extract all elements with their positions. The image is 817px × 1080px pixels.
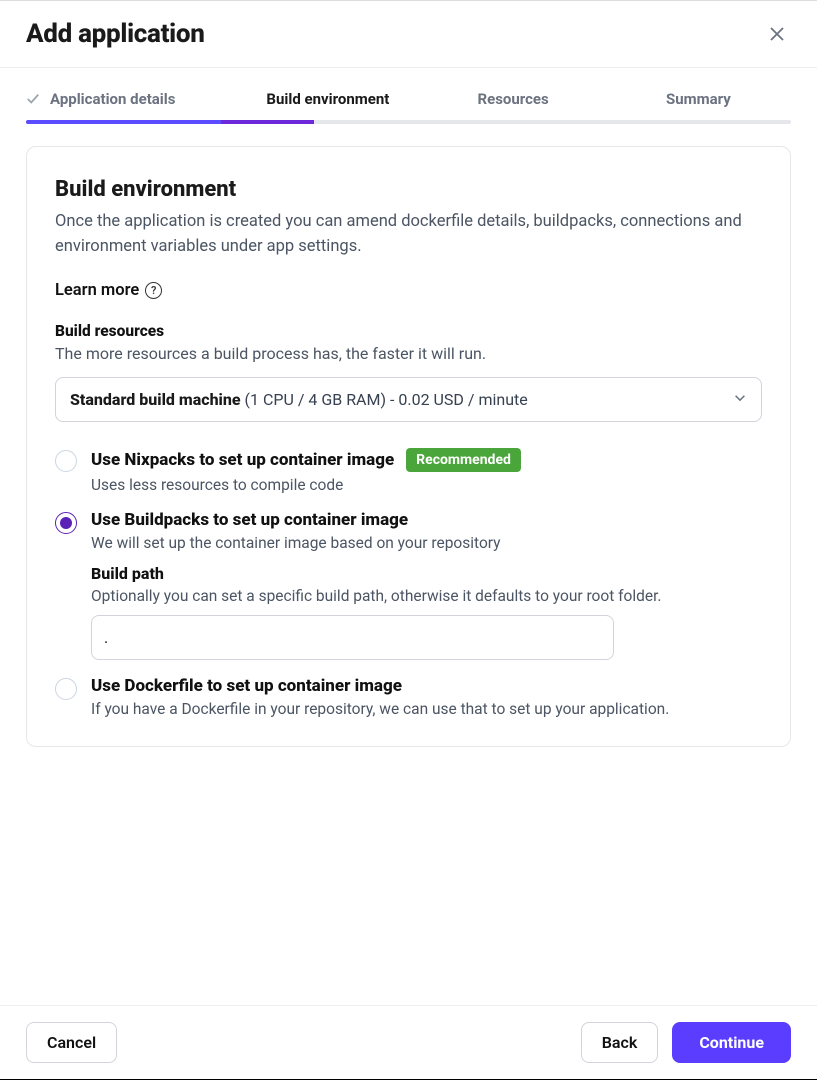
back-button[interactable]: Back: [581, 1022, 659, 1063]
modal-title: Add application: [26, 19, 205, 49]
option-dockerfile: Use Dockerfile to set up container image…: [55, 676, 762, 718]
build-machine-select[interactable]: Standard build machine (1 CPU / 4 GB RAM…: [55, 377, 762, 422]
build-path-description: Optionally you can set a specific build …: [91, 587, 762, 605]
chevron-down-icon: [733, 390, 747, 409]
option-title: Use Dockerfile to set up container image: [91, 676, 402, 696]
build-environment-card: Build environment Once the application i…: [26, 146, 791, 747]
cancel-button[interactable]: Cancel: [26, 1022, 117, 1063]
card-description: Once the application is created you can …: [55, 210, 762, 260]
step-build-environment[interactable]: Build environment: [235, 90, 420, 120]
option-title: Use Buildpacks to set up container image: [91, 510, 408, 530]
learn-more-link[interactable]: Learn more ?: [55, 281, 162, 300]
step-label: Application details: [50, 90, 175, 108]
option-body: Use Nixpacks to set up container image R…: [91, 448, 762, 494]
close-icon: [770, 27, 784, 41]
footer: Cancel Back Continue: [0, 1005, 817, 1079]
build-machine-selected: Standard build machine (1 CPU / 4 GB RAM…: [70, 390, 528, 409]
content-area: Build environment Once the application i…: [0, 124, 817, 1005]
step-resources[interactable]: Resources: [421, 90, 606, 120]
option-title: Use Nixpacks to set up container image: [91, 450, 394, 470]
card-heading: Build environment: [55, 177, 762, 202]
radio-buildpacks[interactable]: [55, 512, 77, 534]
build-machine-name: Standard build machine: [70, 390, 241, 409]
radio-dockerfile[interactable]: [55, 678, 77, 700]
option-body: Use Dockerfile to set up container image…: [91, 676, 762, 718]
build-method-options: Use Nixpacks to set up container image R…: [55, 448, 762, 718]
continue-button[interactable]: Continue: [672, 1022, 791, 1063]
step-application-details[interactable]: Application details: [26, 90, 235, 120]
build-resources-label: Build resources: [55, 322, 762, 340]
step-label: Resources: [477, 90, 548, 108]
footer-right: Back Continue: [581, 1022, 791, 1063]
build-path-label: Build path: [91, 564, 762, 583]
step-label: Build environment: [266, 90, 389, 108]
recommended-badge: Recommended: [406, 448, 521, 472]
build-path-input[interactable]: [91, 615, 614, 660]
learn-more-label: Learn more: [55, 281, 139, 300]
build-resources-description: The more resources a build process has, …: [55, 344, 762, 363]
app-root: Add application Application details Buil…: [0, 0, 817, 1080]
check-icon: [26, 92, 40, 110]
option-body: Use Buildpacks to set up container image…: [91, 510, 762, 660]
help-icon: ?: [145, 282, 162, 299]
modal-header: Add application: [0, 1, 817, 68]
radio-nixpacks[interactable]: [55, 450, 77, 472]
option-description: Uses less resources to compile code: [91, 476, 762, 494]
option-nixpacks: Use Nixpacks to set up container image R…: [55, 448, 762, 494]
build-machine-detail: (1 CPU / 4 GB RAM) - 0.02 USD / minute: [241, 390, 528, 409]
option-description: We will set up the container image based…: [91, 534, 762, 552]
option-description: If you have a Dockerfile in your reposit…: [91, 700, 762, 718]
stepper: Application details Build environment Re…: [0, 68, 817, 120]
build-path-section: Build path Optionally you can set a spec…: [91, 564, 762, 660]
close-button[interactable]: [763, 20, 791, 48]
option-buildpacks: Use Buildpacks to set up container image…: [55, 510, 762, 660]
step-summary[interactable]: Summary: [606, 90, 791, 120]
step-label: Summary: [666, 90, 731, 108]
